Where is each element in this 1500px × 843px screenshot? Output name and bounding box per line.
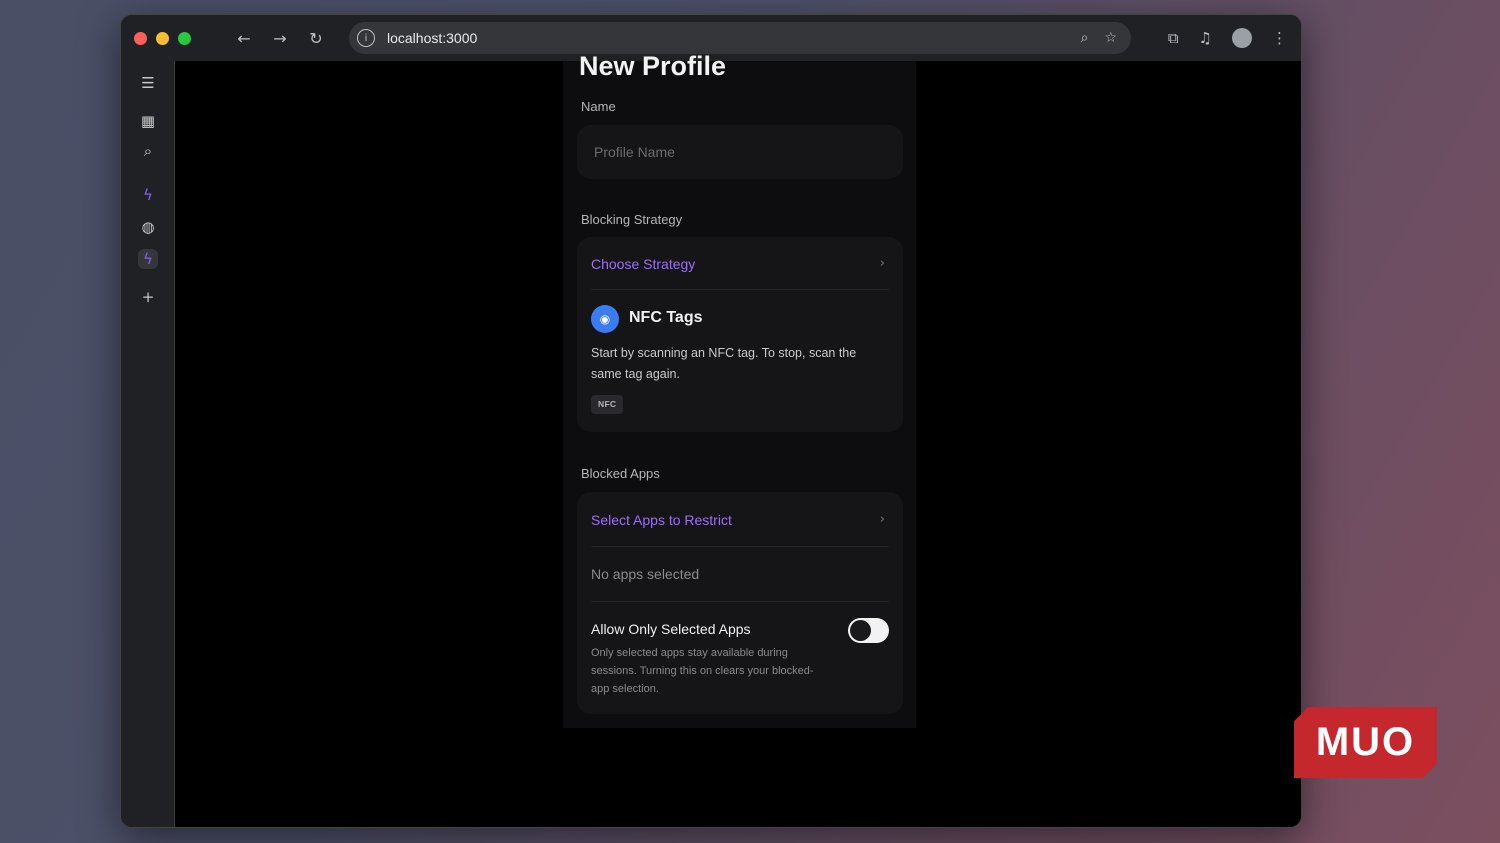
select-apps-row[interactable]: Select Apps to Restrict › <box>577 492 903 546</box>
bookmark-star-icon[interactable]: ☆ <box>1104 30 1117 46</box>
blocked-apps-label: Blocked Apps <box>581 466 660 481</box>
navigation-buttons: ← → ↻ <box>229 29 331 48</box>
browser-window: ← → ↻ i localhost:3000 ⌕ ☆ ⧉ ♫ ⋮ ☰ ▦ ⌕ ϟ… <box>120 14 1302 828</box>
muo-logo: MUO <box>1294 707 1437 778</box>
browser-toolbar-right: ⧉ ♫ ⋮ <box>1168 28 1287 48</box>
lightning-icon[interactable]: ϟ <box>138 185 158 205</box>
divider <box>591 546 889 547</box>
profile-name-input[interactable] <box>577 125 903 179</box>
profile-avatar[interactable] <box>1232 28 1252 48</box>
window-controls <box>134 31 191 45</box>
strategy-tag-badge: NFC <box>591 395 624 414</box>
address-bar[interactable]: i localhost:3000 ⌕ ☆ <box>349 22 1131 54</box>
lightning-active-icon[interactable]: ϟ <box>138 249 158 269</box>
chevron-right-icon: › <box>879 256 885 271</box>
globe-icon[interactable]: ◍ <box>138 217 158 237</box>
nfc-signal-icon: ◉ <box>591 305 619 333</box>
new-profile-panel: New Profile Name Blocking Strategy Choos… <box>563 51 916 728</box>
side-panel: ☰ ▦ ⌕ ϟ ◍ ϟ + <box>121 61 175 827</box>
media-controls-icon[interactable]: ♫ <box>1199 29 1212 47</box>
extensions-icon[interactable]: ⧉ <box>1168 29 1179 47</box>
more-menu-icon[interactable]: ⋮ <box>1272 29 1287 47</box>
allow-only-selected-description: Only selected apps stay available during… <box>591 647 814 695</box>
toggle-knob <box>850 620 871 641</box>
close-window-button[interactable] <box>134 31 147 45</box>
choose-strategy-link: Choose Strategy <box>591 256 696 272</box>
page-title: New Profile <box>579 51 727 81</box>
strategy-card: Choose Strategy › ◉ NFC Tags Start by sc… <box>577 237 903 432</box>
choose-strategy-row[interactable]: Choose Strategy › <box>577 237 903 289</box>
apps-selection-status: No apps selected <box>591 566 700 582</box>
search-list-icon[interactable]: ⌕ <box>138 141 158 161</box>
divider <box>591 601 889 602</box>
minimize-window-button[interactable] <box>156 31 169 45</box>
divider <box>591 289 889 290</box>
menu-list-icon[interactable]: ☰ <box>138 73 158 93</box>
name-label: Name <box>581 99 616 114</box>
url-text: localhost:3000 <box>387 30 478 46</box>
add-icon[interactable]: + <box>138 287 158 307</box>
site-info-icon[interactable]: i <box>357 29 375 47</box>
back-arrow-icon[interactable]: ← <box>229 29 259 48</box>
blocked-apps-card: Select Apps to Restrict › No apps select… <box>577 492 903 714</box>
strategy-title: NFC Tags <box>629 309 703 326</box>
chevron-right-icon: › <box>879 512 885 527</box>
reload-icon[interactable]: ↻ <box>301 29 331 48</box>
allow-only-selected-toggle[interactable] <box>848 618 889 643</box>
forward-arrow-icon[interactable]: → <box>265 29 295 48</box>
blocking-strategy-label: Blocking Strategy <box>581 212 683 227</box>
maximize-window-button[interactable] <box>178 31 191 45</box>
zoom-icon[interactable]: ⌕ <box>1081 30 1089 46</box>
strategy-description: Start by scanning an NFC tag. To stop, s… <box>591 346 857 381</box>
grid-icon[interactable]: ▦ <box>138 111 158 131</box>
allow-only-selected-label: Allow Only Selected Apps <box>591 621 751 637</box>
select-apps-link: Select Apps to Restrict <box>591 512 732 528</box>
